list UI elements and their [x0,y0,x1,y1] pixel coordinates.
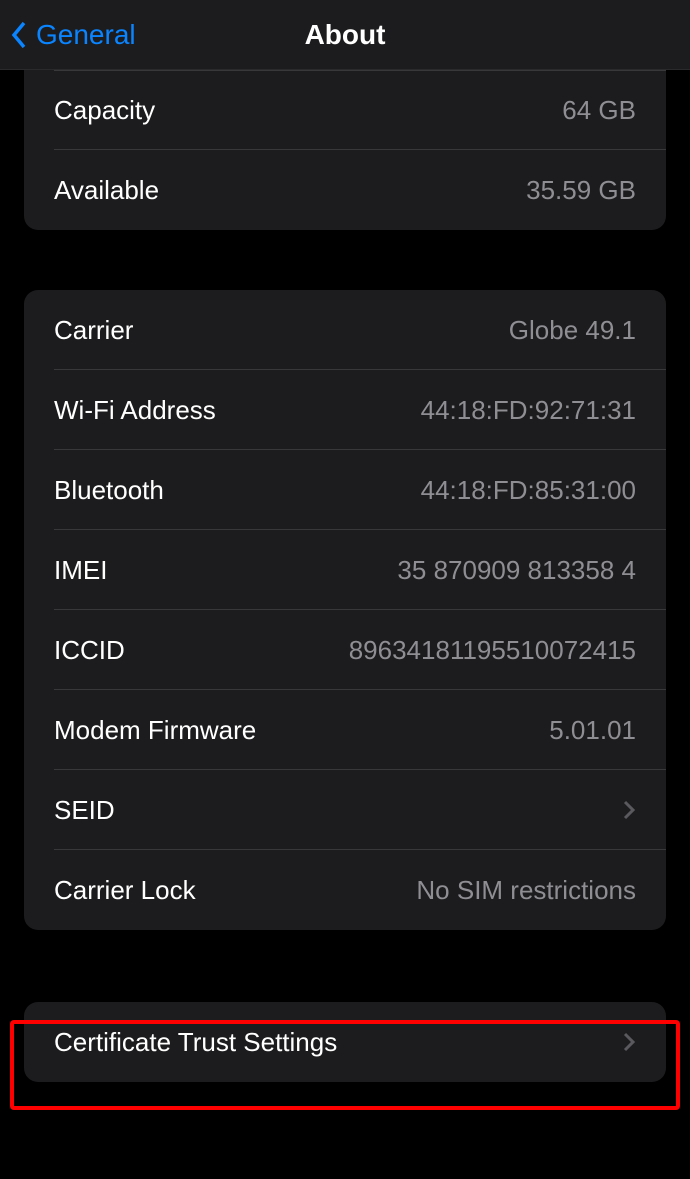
wifi-address-row[interactable]: Wi-Fi Address 44:18:FD:92:71:31 [24,370,666,450]
modem-firmware-value: 5.01.01 [549,715,636,746]
carrier-row[interactable]: Carrier Globe 49.1 [24,290,666,370]
iccid-value: 89634181195510072415 [349,635,636,666]
storage-group: Capacity 64 GB Available 35.59 GB [24,70,666,230]
back-button[interactable]: General [0,19,136,51]
carrier-lock-label: Carrier Lock [54,875,196,906]
capacity-row[interactable]: Capacity 64 GB [24,70,666,150]
wifi-address-value: 44:18:FD:92:71:31 [421,395,636,426]
modem-firmware-row[interactable]: Modem Firmware 5.01.01 [24,690,666,770]
chevron-right-icon [622,1031,636,1053]
iccid-row[interactable]: ICCID 89634181195510072415 [24,610,666,690]
navigation-bar: General About [0,0,690,70]
content-area: Capacity 64 GB Available 35.59 GB Carrie… [0,70,690,1082]
chevron-right-icon [622,799,636,821]
imei-row[interactable]: IMEI 35 870909 813358 4 [24,530,666,610]
available-row[interactable]: Available 35.59 GB [24,150,666,230]
capacity-label: Capacity [54,95,155,126]
seid-row[interactable]: SEID [24,770,666,850]
seid-label: SEID [54,795,115,826]
certificate-trust-settings-row[interactable]: Certificate Trust Settings [24,1002,666,1082]
page-title: About [305,19,386,51]
back-button-label: General [36,19,136,51]
capacity-value: 64 GB [562,95,636,126]
chevron-left-icon [10,20,28,50]
carrier-value: Globe 49.1 [509,315,636,346]
imei-label: IMEI [54,555,107,586]
available-label: Available [54,175,159,206]
certificate-trust-settings-label: Certificate Trust Settings [54,1027,337,1058]
carrier-label: Carrier [54,315,133,346]
network-group: Carrier Globe 49.1 Wi-Fi Address 44:18:F… [24,290,666,930]
bluetooth-value: 44:18:FD:85:31:00 [421,475,636,506]
modem-firmware-label: Modem Firmware [54,715,256,746]
wifi-address-label: Wi-Fi Address [54,395,216,426]
carrier-lock-row[interactable]: Carrier Lock No SIM restrictions [24,850,666,930]
carrier-lock-value: No SIM restrictions [416,875,636,906]
bluetooth-row[interactable]: Bluetooth 44:18:FD:85:31:00 [24,450,666,530]
imei-value: 35 870909 813358 4 [397,555,636,586]
iccid-label: ICCID [54,635,125,666]
certificate-group: Certificate Trust Settings [24,1002,666,1082]
available-value: 35.59 GB [526,175,636,206]
bluetooth-label: Bluetooth [54,475,164,506]
